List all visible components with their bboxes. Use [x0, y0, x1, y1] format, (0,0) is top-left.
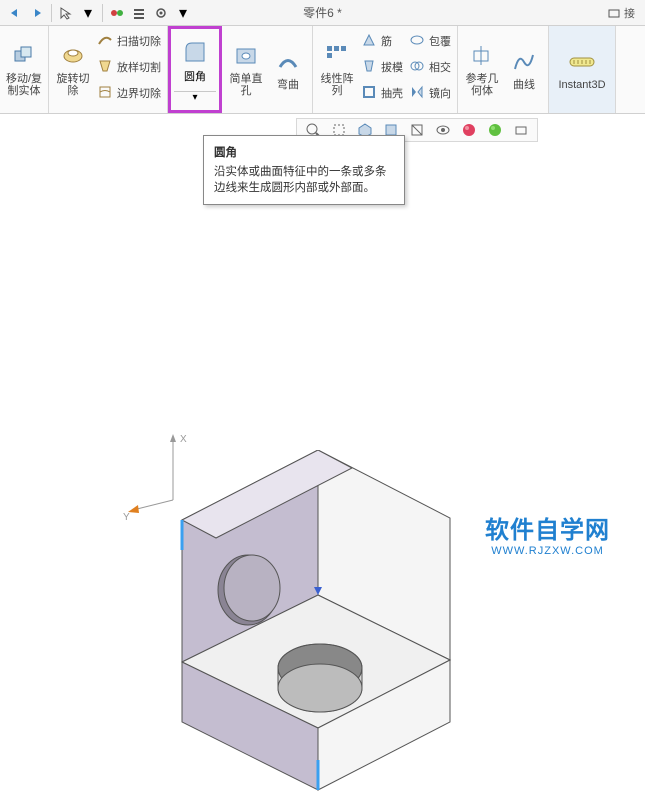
tooltip-body: 沿实体或曲面特征中的一条或多条边线来生成圆形内部或外部面。 — [214, 164, 394, 196]
watermark: 软件自学网 WWW.RJZXW.COM — [485, 510, 610, 557]
ribbon-group-fillet: 圆角 ▾ — [168, 26, 222, 113]
settings-gear-icon[interactable] — [150, 2, 172, 24]
bend-icon — [274, 48, 302, 76]
separator — [102, 4, 103, 22]
sweep-cut-button[interactable]: 扫描切除 — [94, 28, 164, 54]
revolve-cut-icon — [59, 42, 87, 70]
hide-show-icon[interactable] — [433, 120, 453, 140]
3d-viewport[interactable]: X Y 软件自学网 WWW.RJ — [0, 140, 645, 770]
render-icon[interactable] — [511, 120, 531, 140]
shell-icon — [361, 84, 379, 102]
ref-geom-icon — [468, 42, 496, 70]
wrap-icon — [409, 32, 427, 50]
axis-x-label: X — [180, 434, 187, 445]
watermark-text: 软件自学网 — [485, 510, 610, 545]
list-icon[interactable] — [128, 2, 150, 24]
tooltip-title: 圆角 — [214, 144, 394, 160]
cut-stack: 扫描切除 放样切割 边界切除 — [94, 28, 164, 106]
curves-icon — [510, 48, 538, 76]
fillet-dropdown[interactable]: ▾ — [174, 91, 216, 111]
fillet-button[interactable]: 圆角 — [174, 31, 216, 91]
instant3d-icon — [568, 48, 596, 76]
3d-model[interactable] — [140, 450, 480, 810]
traffic-light-icon[interactable] — [106, 2, 128, 24]
appearance-icon[interactable] — [459, 120, 479, 140]
dropdown-icon[interactable]: ▾ — [172, 2, 194, 24]
revolve-cut-button[interactable]: 旋转切除 — [52, 28, 94, 110]
bend-button[interactable]: 弯曲 — [267, 28, 309, 110]
instant3d-button[interactable]: Instant3D — [552, 28, 612, 110]
top-toolbar: ▾ ▾ 零件6 * 接 — [0, 0, 645, 26]
linear-pattern-icon — [323, 42, 351, 70]
loft-cut-icon — [97, 58, 115, 76]
mirror-icon — [409, 84, 427, 102]
boundary-cut-icon — [97, 84, 115, 102]
move-copy-bodies-button[interactable]: 移动/复制实体 — [3, 28, 45, 110]
move-copy-icon — [10, 42, 38, 70]
pattern-stack: 筋 拔模 抽壳 — [358, 28, 406, 106]
intersect-button[interactable]: 相交 — [406, 54, 454, 80]
shell-button[interactable]: 抽壳 — [358, 80, 406, 106]
connect-button[interactable]: 接 — [601, 5, 641, 21]
linear-pattern-button[interactable]: 线性阵列 — [316, 28, 358, 110]
separator — [51, 4, 52, 22]
undo-button[interactable] — [4, 2, 26, 24]
ribbon-group-pattern: 线性阵列 筋 拔模 抽壳 包覆 相交 镜向 — [313, 26, 458, 113]
section-view-icon[interactable] — [407, 120, 427, 140]
wrap-button[interactable]: 包覆 — [406, 28, 454, 54]
rib-button[interactable]: 筋 — [358, 28, 406, 54]
select-tool-button[interactable] — [55, 2, 77, 24]
dropdown-icon[interactable]: ▾ — [77, 2, 99, 24]
pattern-stack-2: 包覆 相交 镜向 — [406, 28, 454, 106]
rib-icon — [361, 32, 379, 50]
mirror-button[interactable]: 镜向 — [406, 80, 454, 106]
sweep-cut-icon — [97, 32, 115, 50]
ribbon-group-cut: 旋转切除 扫描切除 放样切割 边界切除 — [49, 26, 168, 113]
fillet-tooltip: 圆角 沿实体或曲面特征中的一条或多条边线来生成圆形内部或外部面。 — [203, 135, 405, 205]
draft-button[interactable]: 拔模 — [358, 54, 406, 80]
redo-button[interactable] — [26, 2, 48, 24]
ribbon-toolbar: 移动/复制实体 旋转切除 扫描切除 放样切割 边界切除 圆角 ▾ 简单直孔 — [0, 26, 645, 114]
boundary-cut-button[interactable]: 边界切除 — [94, 80, 164, 106]
hole-icon — [232, 42, 260, 70]
ribbon-group-bodies: 移动/复制实体 — [0, 26, 49, 113]
axis-y-label: Y — [123, 512, 130, 523]
scene-icon[interactable] — [485, 120, 505, 140]
fillet-icon — [182, 39, 208, 68]
watermark-url: WWW.RJZXW.COM — [485, 545, 610, 557]
ribbon-group-hole: 简单直孔 弯曲 — [222, 26, 313, 113]
intersect-icon — [409, 58, 427, 76]
loft-cut-button[interactable]: 放样切割 — [94, 54, 164, 80]
curves-button[interactable]: 曲线 — [503, 28, 545, 110]
reference-geometry-button[interactable]: 参考几何体 — [461, 28, 503, 110]
document-title: 零件6 * — [303, 4, 342, 21]
draft-icon — [361, 58, 379, 76]
simple-hole-button[interactable]: 简单直孔 — [225, 28, 267, 110]
ribbon-group-instant3d: Instant3D — [549, 26, 616, 113]
ribbon-group-reference: 参考几何体 曲线 — [458, 26, 549, 113]
